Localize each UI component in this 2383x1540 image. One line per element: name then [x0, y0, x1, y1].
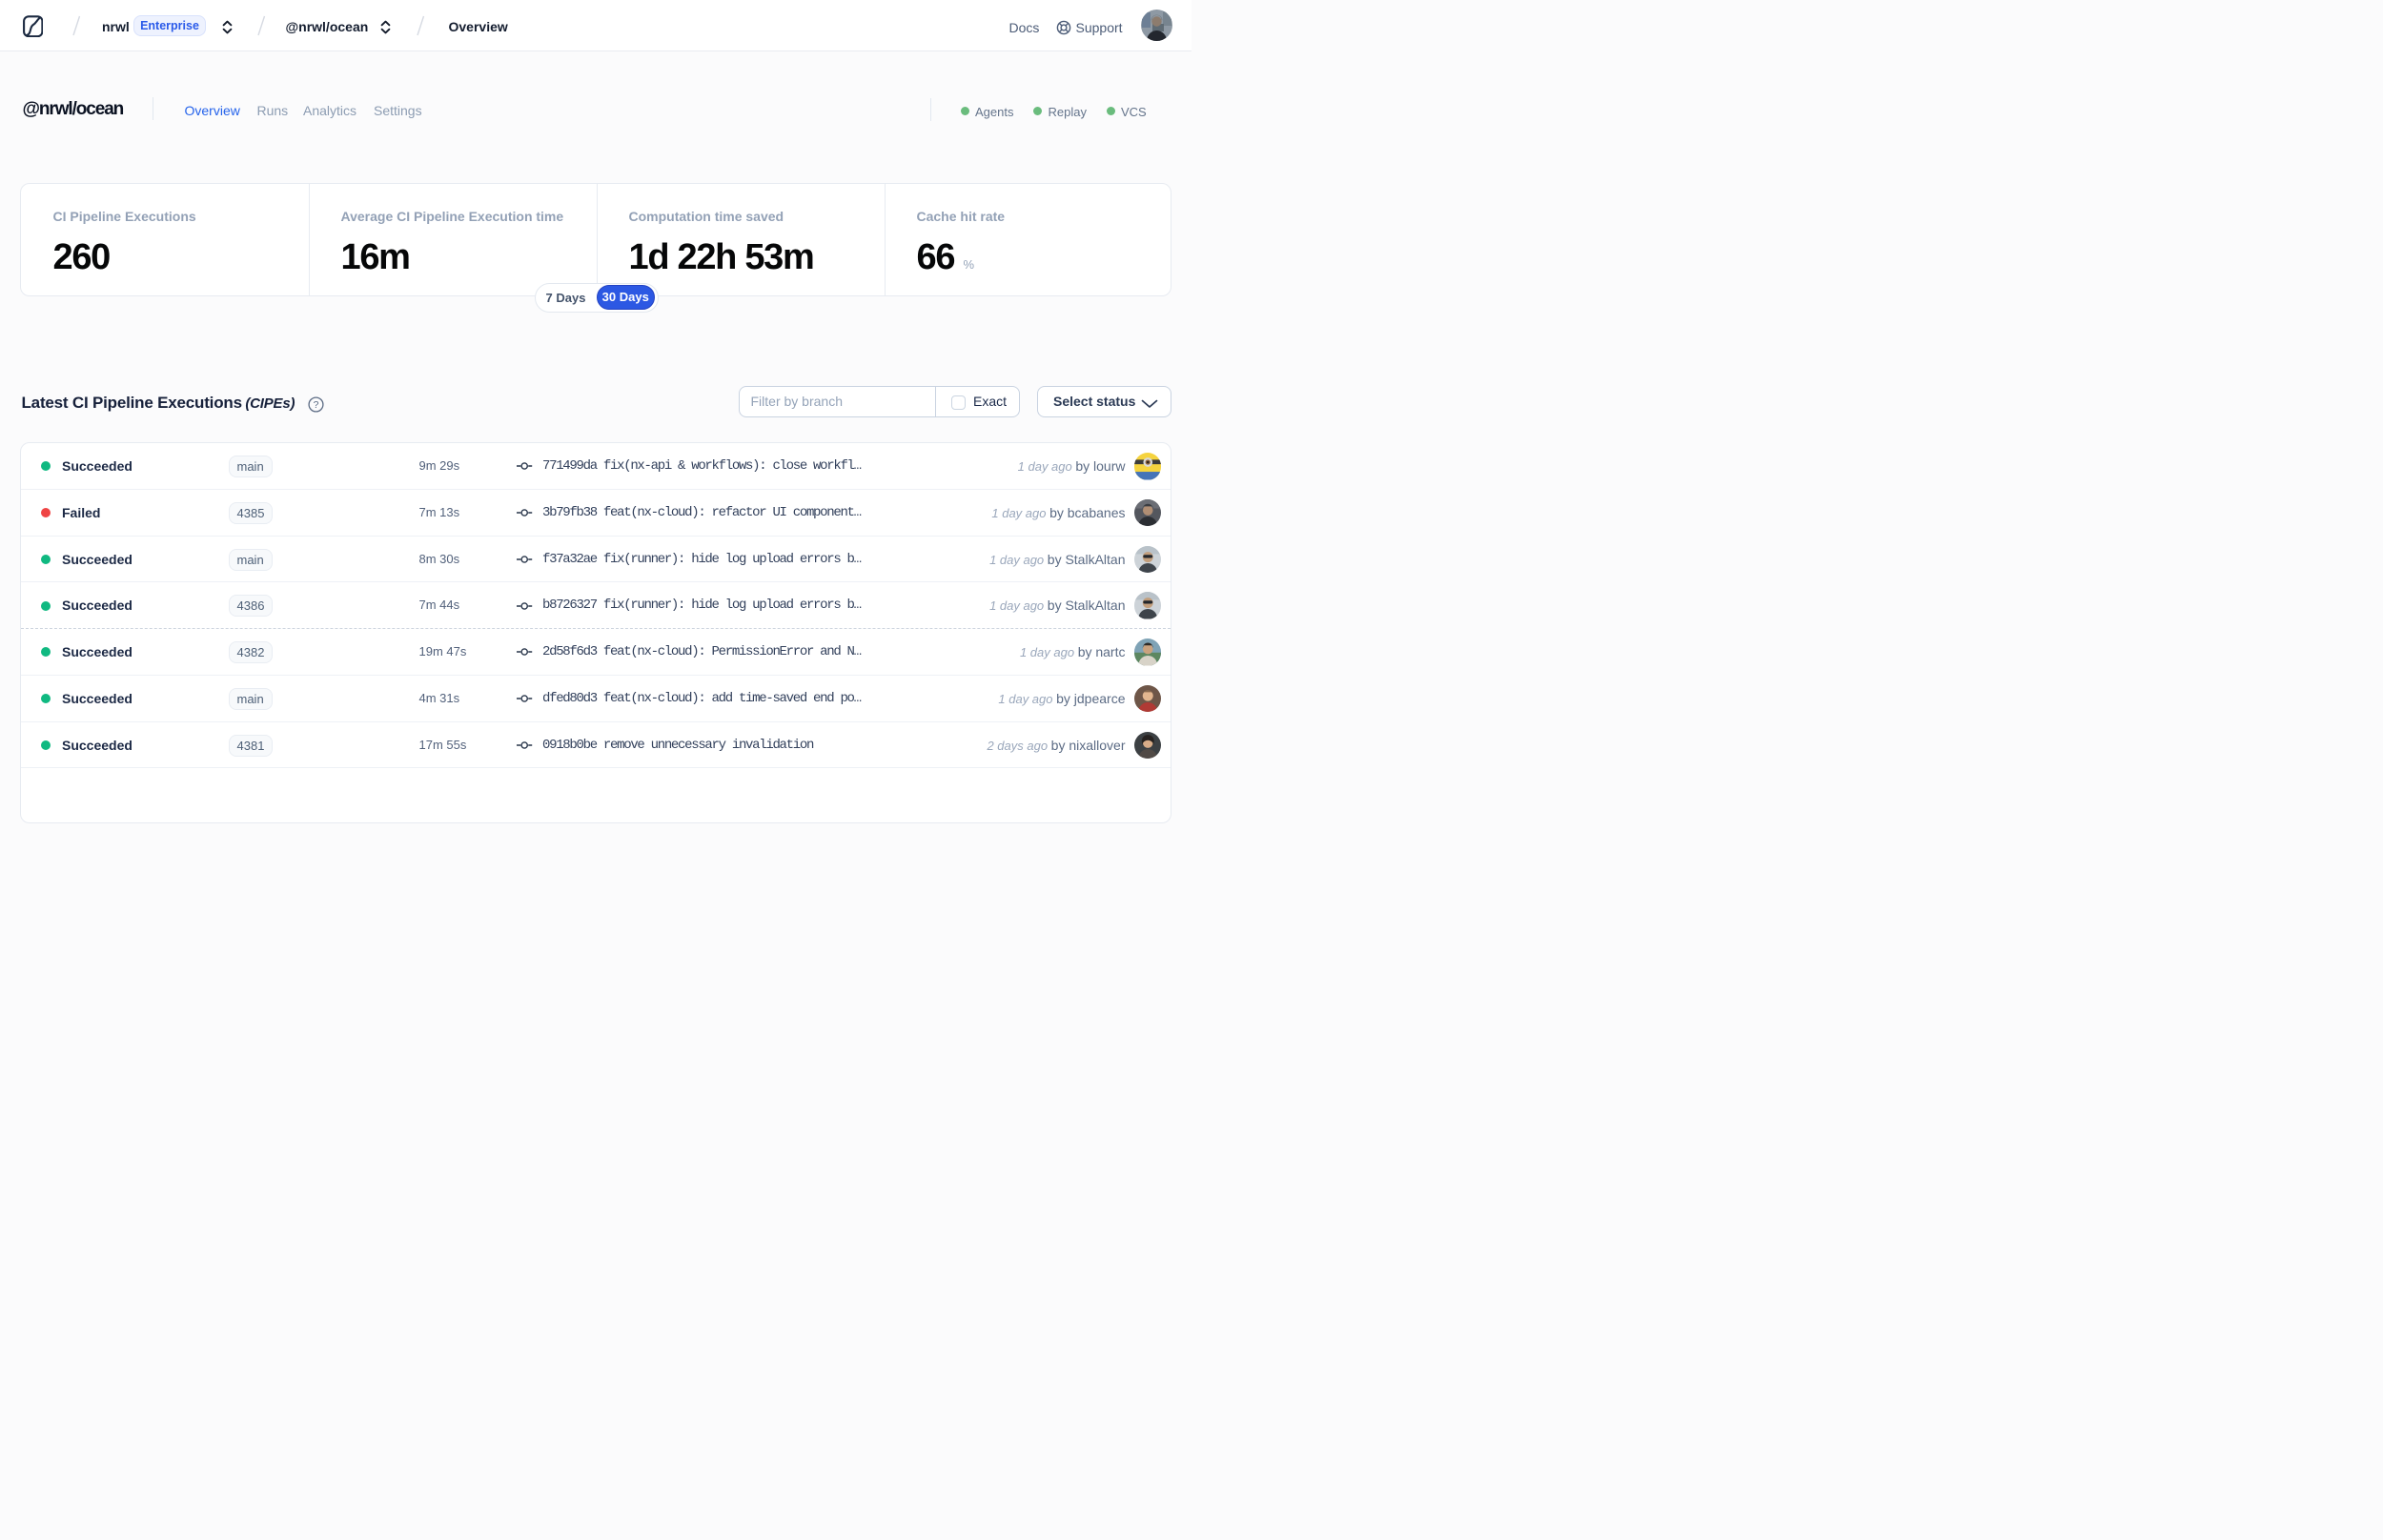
svg-text:?: ? [314, 399, 319, 411]
